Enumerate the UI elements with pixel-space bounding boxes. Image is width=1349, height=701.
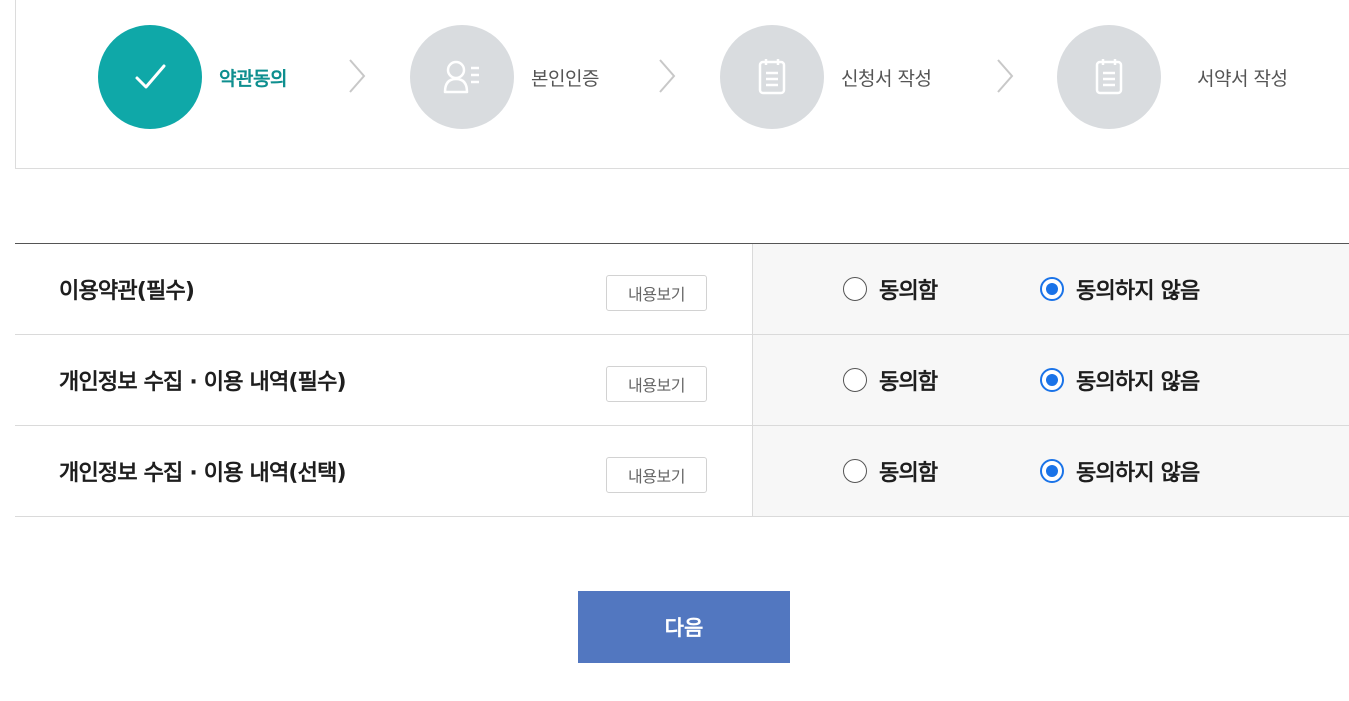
disagree-radio[interactable] xyxy=(1040,368,1064,392)
step-label: 서약서 작성 xyxy=(1197,67,1288,90)
disagree-radio[interactable] xyxy=(1040,277,1064,301)
step-identity-verification: 본인인증 xyxy=(410,25,599,129)
term-title: 이용약관(필수) xyxy=(59,279,195,304)
next-button[interactable]: 다음 xyxy=(578,591,790,663)
disagree-option[interactable]: 동의하지 않음 xyxy=(1040,273,1200,305)
view-content-button[interactable]: 내용보기 xyxy=(606,366,707,402)
check-icon xyxy=(98,25,202,129)
disagree-radio[interactable] xyxy=(1040,459,1064,483)
term-title: 개인정보 수집 · 이용 내역(필수) xyxy=(59,370,347,395)
step-label: 약관동의 xyxy=(219,67,287,90)
document-icon xyxy=(1057,25,1161,129)
term-consent-options: 동의함 동의하지 않음 xyxy=(752,426,1349,516)
agree-label: 동의함 xyxy=(879,279,938,304)
disagree-label: 동의하지 않음 xyxy=(1076,370,1200,395)
term-info: 개인정보 수집 · 이용 내역(필수) 내용보기 xyxy=(15,335,752,425)
user-id-icon xyxy=(410,25,514,129)
term-info: 이용약관(필수) 내용보기 xyxy=(15,244,752,334)
view-content-button[interactable]: 내용보기 xyxy=(606,275,707,311)
term-consent-options: 동의함 동의하지 않음 xyxy=(752,335,1349,425)
disagree-option[interactable]: 동의하지 않음 xyxy=(1040,364,1200,396)
view-content-button[interactable]: 내용보기 xyxy=(606,457,707,493)
table-row: 개인정보 수집 · 이용 내역(필수) 내용보기 동의함 동의하지 않음 xyxy=(15,335,1349,426)
document-icon xyxy=(720,25,824,129)
step-application-form: 신청서 작성 xyxy=(720,25,932,129)
agree-option[interactable]: 동의함 xyxy=(843,273,938,305)
agree-radio[interactable] xyxy=(843,277,867,301)
step-terms-agreement: 약관동의 xyxy=(98,25,287,129)
disagree-option[interactable]: 동의하지 않음 xyxy=(1040,455,1200,487)
disagree-label: 동의하지 않음 xyxy=(1076,461,1200,486)
term-consent-options: 동의함 동의하지 않음 xyxy=(752,244,1349,334)
term-info: 개인정보 수집 · 이용 내역(선택) 내용보기 xyxy=(15,426,752,516)
agree-option[interactable]: 동의함 xyxy=(843,455,938,487)
table-row: 개인정보 수집 · 이용 내역(선택) 내용보기 동의함 동의하지 않음 xyxy=(15,426,1349,517)
terms-agreement-table: 이용약관(필수) 내용보기 동의함 동의하지 않음 개인정보 수집 · 이용 내… xyxy=(15,243,1349,517)
step-progress: 약관동의 본인인증 신청서 작성 서약서 작성 xyxy=(15,0,1349,169)
chevron-right-icon xyxy=(349,59,366,93)
step-pledge-form: 서약서 작성 xyxy=(1057,25,1288,129)
agree-label: 동의함 xyxy=(879,370,938,395)
agree-radio[interactable] xyxy=(843,459,867,483)
chevron-right-icon xyxy=(659,59,676,93)
agree-option[interactable]: 동의함 xyxy=(843,364,938,396)
agree-label: 동의함 xyxy=(879,461,938,486)
disagree-label: 동의하지 않음 xyxy=(1076,279,1200,304)
agree-radio[interactable] xyxy=(843,368,867,392)
chevron-right-icon xyxy=(997,59,1014,93)
step-label: 본인인증 xyxy=(531,67,599,90)
term-title: 개인정보 수집 · 이용 내역(선택) xyxy=(59,461,347,486)
table-row: 이용약관(필수) 내용보기 동의함 동의하지 않음 xyxy=(15,244,1349,335)
step-label: 신청서 작성 xyxy=(841,67,932,90)
